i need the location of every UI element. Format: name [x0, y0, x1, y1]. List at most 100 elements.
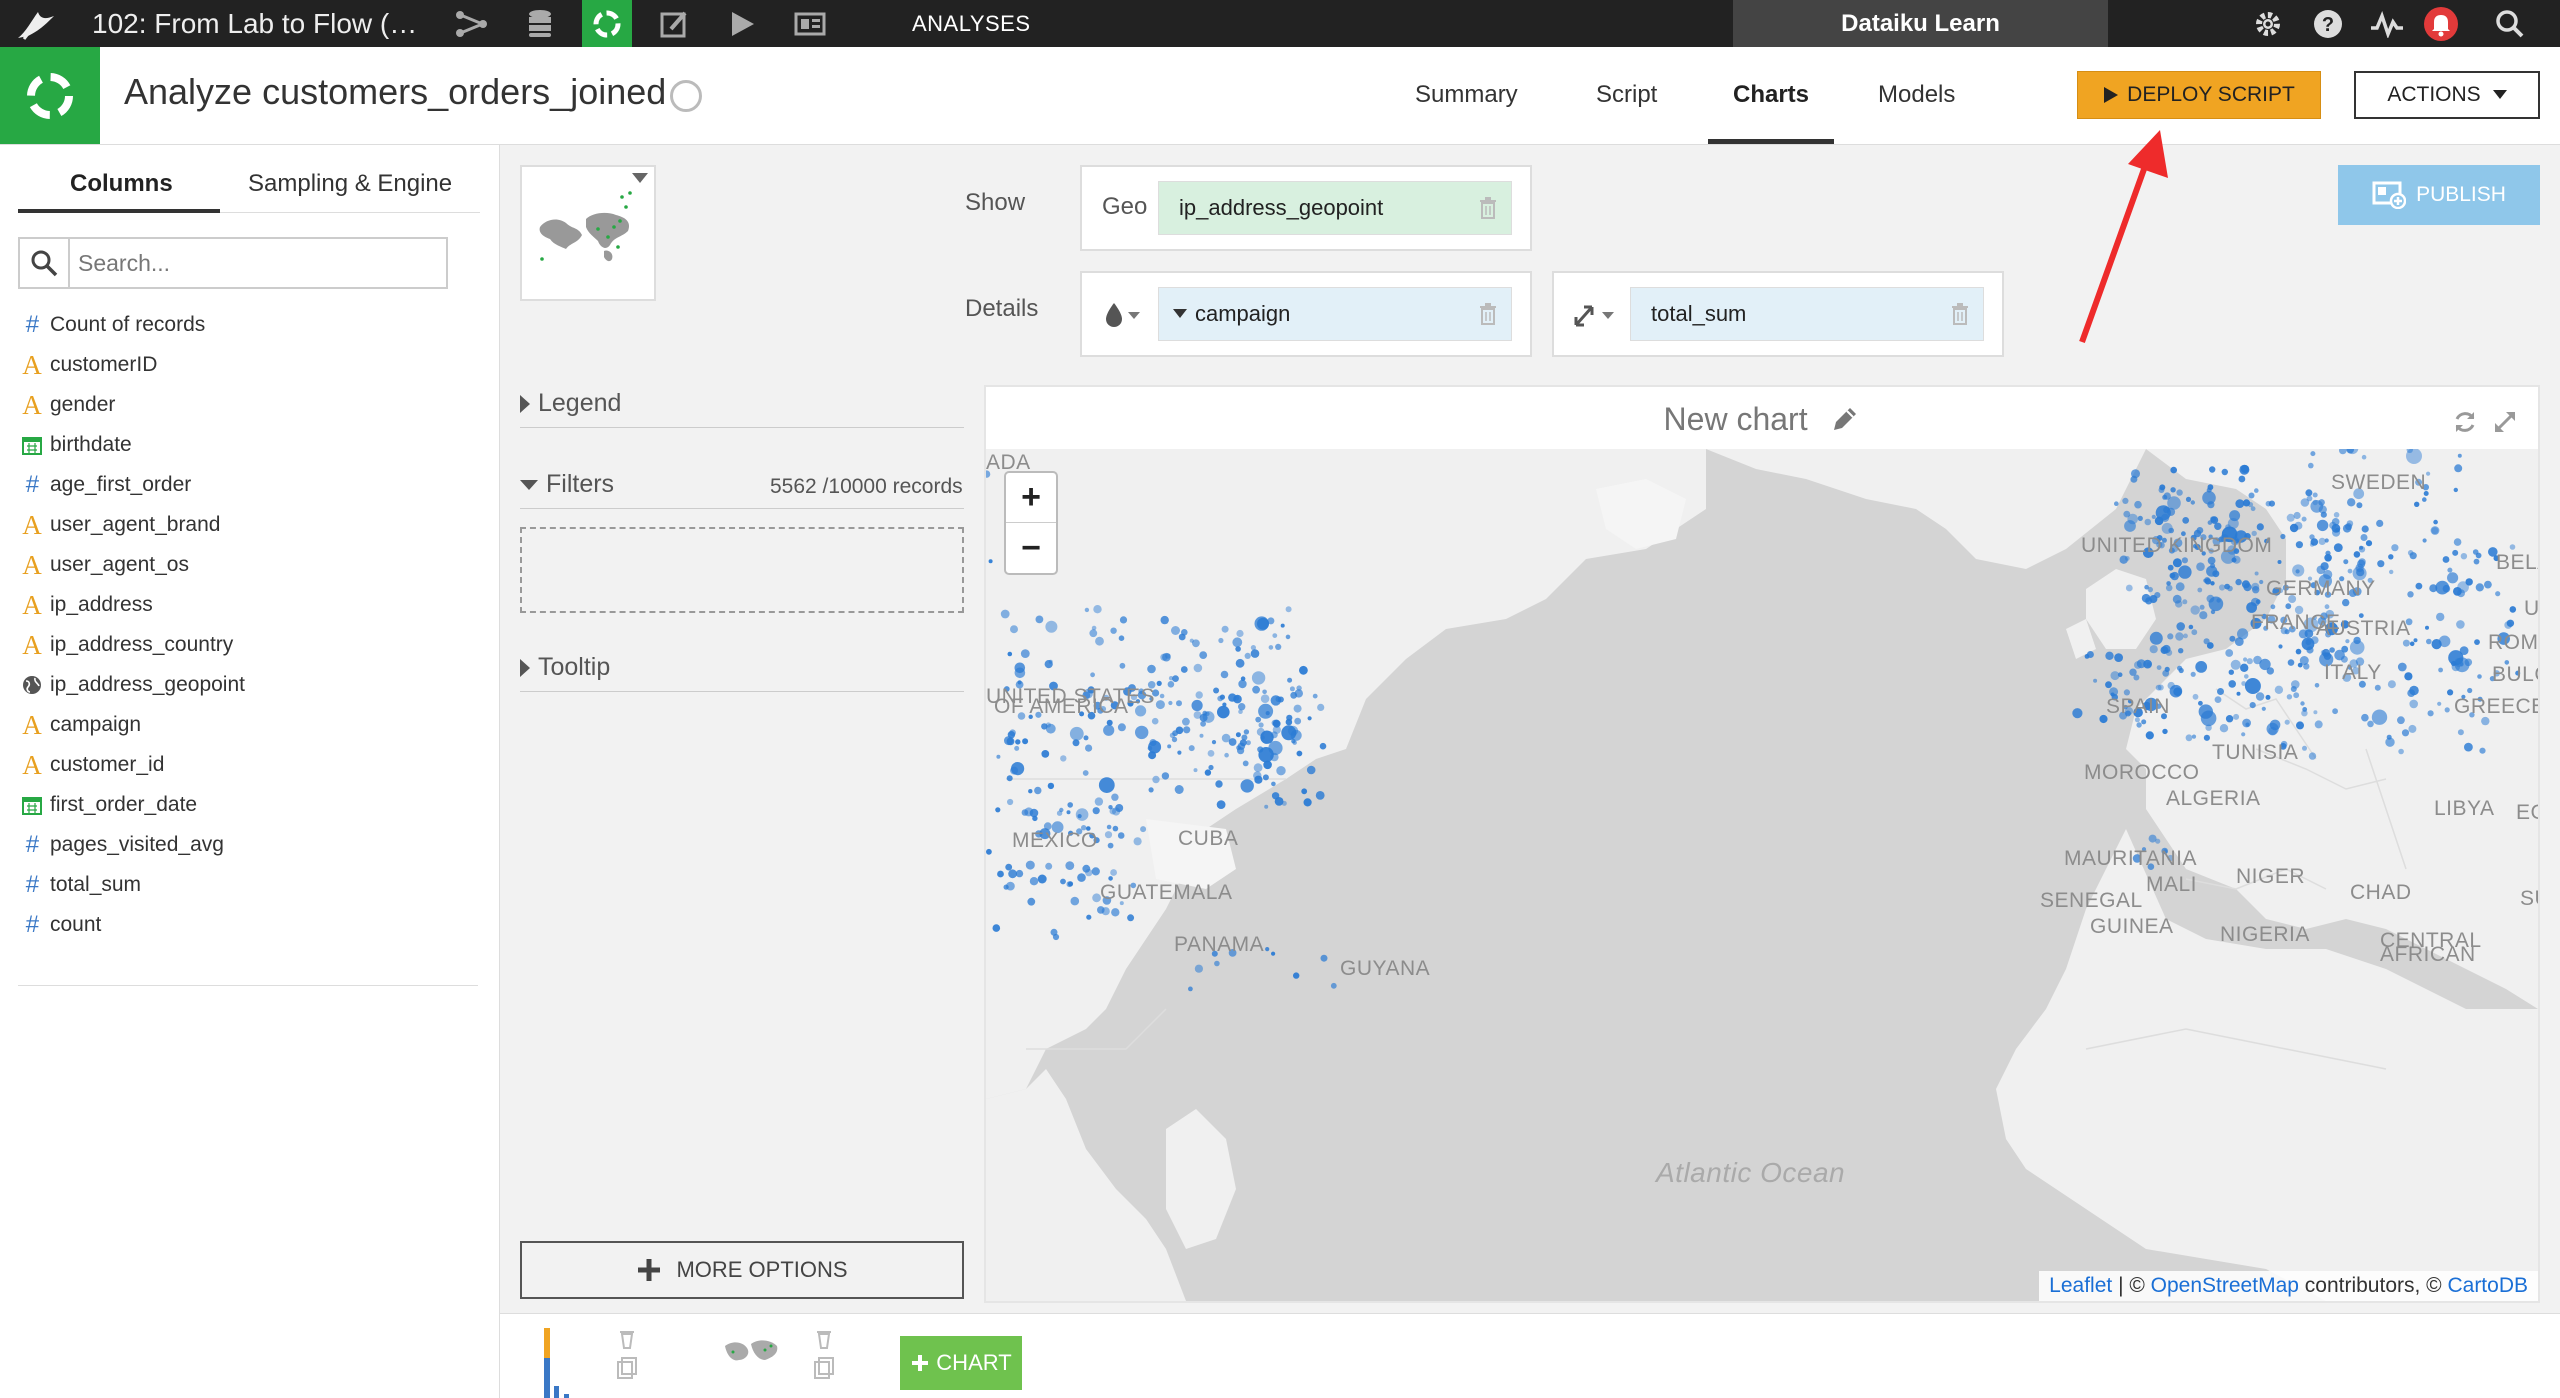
geo-point[interactable]	[2409, 552, 2417, 560]
geo-point[interactable]	[1182, 717, 1190, 726]
geo-point[interactable]	[1169, 732, 1176, 738]
geo-point[interactable]	[2308, 752, 2317, 760]
geo-point[interactable]	[1047, 782, 1055, 790]
geo-point[interactable]	[1221, 625, 1229, 633]
column-search[interactable]	[18, 237, 448, 289]
geo-point[interactable]	[2214, 696, 2222, 703]
geo-point[interactable]	[2241, 732, 2246, 737]
geo-point[interactable]	[1253, 771, 1262, 780]
geo-point[interactable]	[2182, 517, 2190, 524]
gear-icon[interactable]	[2243, 0, 2293, 47]
geo-point[interactable]	[1217, 705, 1230, 719]
geo-point[interactable]	[1285, 634, 1291, 640]
geo-point[interactable]	[1218, 637, 1224, 644]
chart-title[interactable]: New chart	[1664, 401, 1808, 437]
geo-point[interactable]	[1252, 685, 1260, 694]
geo-point[interactable]	[1095, 636, 1104, 646]
geo-point[interactable]	[1296, 750, 1303, 757]
geo-point[interactable]	[2436, 612, 2445, 622]
analyses-icon[interactable]	[582, 0, 632, 47]
geo-point[interactable]	[1007, 798, 1014, 806]
geo-point[interactable]	[2361, 454, 2367, 460]
geo-point[interactable]	[1041, 750, 1050, 758]
geo-point[interactable]	[2144, 518, 2152, 526]
geo-point[interactable]	[2301, 710, 2308, 717]
geo-point[interactable]	[2278, 644, 2283, 649]
geo-point[interactable]	[1199, 651, 1208, 659]
geo-point[interactable]	[1307, 716, 1312, 721]
flow-icon[interactable]	[447, 0, 497, 47]
geo-point[interactable]	[2225, 649, 2234, 657]
geo-point[interactable]	[1008, 869, 1017, 879]
geo-point[interactable]	[2188, 624, 2194, 630]
geo-point[interactable]	[2261, 706, 2266, 711]
geo-point[interactable]	[2247, 502, 2254, 508]
geo-point[interactable]	[1195, 691, 1203, 699]
notifications-icon[interactable]	[2416, 0, 2466, 47]
geo-point[interactable]	[1330, 982, 1337, 989]
geo-point[interactable]	[1194, 964, 1203, 973]
geo-point[interactable]	[2285, 603, 2292, 610]
geo-point[interactable]	[2438, 667, 2443, 673]
geo-point[interactable]	[1066, 810, 1071, 815]
geo-point[interactable]	[1273, 719, 1280, 727]
expand-icon[interactable]	[2492, 409, 2518, 440]
geo-point[interactable]	[2195, 661, 2208, 673]
geo-point[interactable]	[2442, 584, 2451, 593]
geo-point[interactable]	[2197, 587, 2203, 593]
geo-point[interactable]	[2422, 538, 2427, 543]
geo-point[interactable]	[2228, 680, 2236, 688]
geo-point[interactable]	[2217, 688, 2224, 695]
geo-point[interactable]	[1075, 808, 1089, 821]
geo-point[interactable]	[2221, 468, 2228, 476]
geo-point[interactable]	[1070, 896, 1080, 906]
geo-point[interactable]	[1167, 681, 1175, 688]
geo-point[interactable]	[1014, 662, 1026, 674]
geo-point[interactable]	[1006, 775, 1013, 782]
geo-point[interactable]	[995, 807, 1001, 813]
geo-point[interactable]	[2206, 594, 2215, 603]
geo-point[interactable]	[2134, 661, 2142, 669]
geo-point[interactable]	[1148, 787, 1154, 793]
geo-point[interactable]	[2170, 571, 2179, 581]
geo-point[interactable]	[2149, 645, 2158, 654]
geo-point[interactable]	[2266, 667, 2274, 675]
geo-point[interactable]	[2467, 687, 2473, 694]
geo-point[interactable]	[2256, 523, 2264, 531]
geo-point[interactable]	[2093, 678, 2098, 683]
geo-point[interactable]	[1104, 831, 1113, 839]
geo-point[interactable]	[2386, 734, 2392, 740]
geo-point[interactable]	[1287, 677, 1293, 683]
geo-point[interactable]	[1010, 766, 1019, 775]
activity-icon[interactable]	[2362, 0, 2412, 47]
geo-point[interactable]	[2268, 500, 2275, 507]
geo-point[interactable]	[1149, 739, 1157, 746]
column-item-total-sum[interactable]: # total_sum	[18, 865, 245, 905]
geo-point[interactable]	[2176, 622, 2185, 631]
geo-point[interactable]	[2316, 565, 2326, 575]
geo-point[interactable]	[2240, 465, 2249, 473]
geo-point[interactable]	[1168, 700, 1173, 706]
geo-point[interactable]	[2457, 729, 2464, 736]
geo-point[interactable]	[2475, 552, 2482, 559]
trash-icon[interactable]	[1479, 197, 1497, 225]
geo-point[interactable]	[1106, 824, 1112, 830]
geo-point[interactable]	[2326, 556, 2332, 562]
size-column-pill[interactable]: total_sum	[1630, 287, 1984, 341]
geo-point[interactable]	[1241, 734, 1248, 741]
geo-point[interactable]	[2203, 734, 2210, 741]
tab-sampling-engine[interactable]: Sampling & Engine	[248, 170, 452, 198]
geo-point[interactable]	[2210, 581, 2215, 586]
geo-point[interactable]	[2293, 511, 2301, 520]
geo-point[interactable]	[2409, 699, 2418, 709]
section-label[interactable]: ANALYSES	[912, 11, 1031, 37]
geo-point[interactable]	[2198, 700, 2203, 706]
geo-point[interactable]	[2295, 541, 2303, 549]
column-item-count[interactable]: # count	[18, 905, 245, 945]
more-options-button[interactable]: MORE OPTIONS	[520, 1241, 964, 1299]
column-item-first-order-date[interactable]: first_order_date	[18, 785, 245, 825]
geo-point[interactable]	[1025, 860, 1035, 870]
geo-point[interactable]	[1127, 914, 1135, 922]
geo-point[interactable]	[1192, 639, 1200, 648]
geo-point[interactable]	[1258, 703, 1274, 719]
